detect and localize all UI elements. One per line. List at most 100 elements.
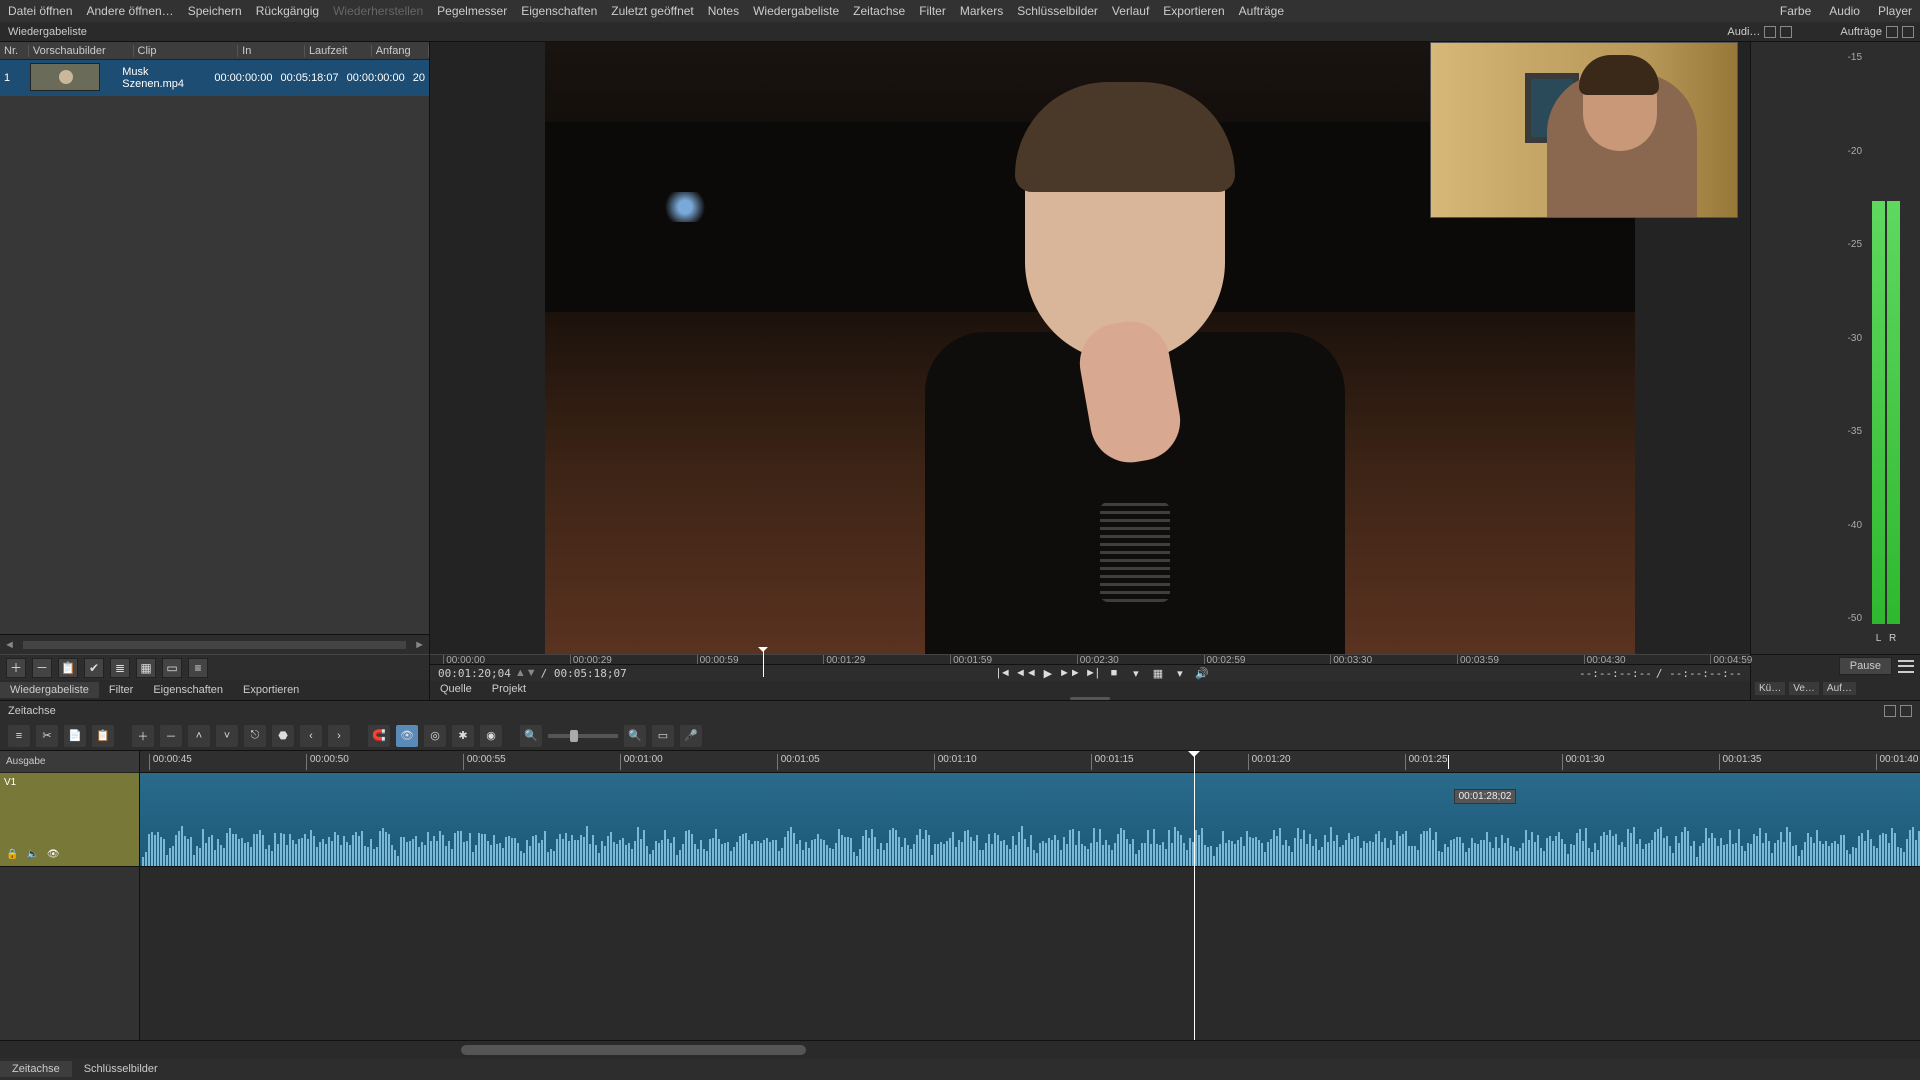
timeline-ruler[interactable]: 00:00:4500:00:5000:00:5500:01:0000:01:05… (140, 751, 1920, 773)
jobs-menu-icon[interactable] (1898, 658, 1914, 674)
menu-farbe[interactable]: Farbe (1780, 4, 1811, 18)
fast-forward-button[interactable]: ►► (1061, 665, 1079, 681)
jobs-tab[interactable]: Kü… (1755, 682, 1785, 695)
timeline-tracks-area[interactable]: 00:00:4500:00:5000:00:5500:01:0000:01:05… (140, 751, 1920, 1040)
zoom-fit-button[interactable]: ▭ (652, 725, 674, 747)
timeline-tab-1[interactable]: Schlüsselbilder (72, 1061, 170, 1077)
close-panel-icon-2[interactable] (1902, 26, 1914, 38)
split-button[interactable]: ⎋ (244, 725, 266, 747)
ripple-markers-button[interactable]: ◉ (480, 725, 502, 747)
player-tab-projekt[interactable]: Projekt (482, 681, 536, 697)
timeline-playhead[interactable] (1194, 751, 1195, 1040)
zoom-out-button[interactable]: 🔍 (520, 725, 542, 747)
jobs-tab[interactable]: Ve… (1789, 682, 1819, 695)
playlist-tab-filter[interactable]: Filter (99, 682, 143, 698)
menu-speichern[interactable]: Speichern (188, 4, 242, 18)
zoom-slider[interactable] (548, 734, 618, 738)
lift-button[interactable]: ˄ (188, 725, 210, 747)
append-button[interactable]: ＋ (132, 725, 154, 747)
snap-button[interactable]: 🧲 (368, 725, 390, 747)
timeline-close-icon[interactable] (1900, 705, 1912, 717)
dock-icon-2[interactable] (1886, 26, 1898, 38)
prev-marker-button[interactable]: ‹ (300, 725, 322, 747)
playlist-tool-0[interactable]: ＋ (6, 658, 26, 678)
playlist-col-5[interactable]: Anfang (372, 45, 429, 57)
timeline-clip[interactable] (140, 773, 1920, 866)
scrub-playhead[interactable] (763, 647, 764, 677)
track-mute-icon[interactable]: 🔈 (26, 849, 38, 860)
copy-button[interactable]: 📄 (64, 725, 86, 747)
timeline-menu-button[interactable]: ≡ (8, 725, 30, 747)
timecode-stepper-icon[interactable]: ▲▼ (515, 667, 537, 679)
record-audio-button[interactable]: 🎤 (680, 725, 702, 747)
menu-notes[interactable]: Notes (708, 4, 739, 18)
current-timecode[interactable]: 00:01:20;04 (438, 667, 511, 680)
grid-icon[interactable]: ▦ (1149, 665, 1167, 681)
playlist-col-0[interactable]: Nr. (0, 45, 29, 57)
playlist-tool-6[interactable]: ▭ (162, 658, 182, 678)
playlist-tool-3[interactable]: ✔ (84, 658, 104, 678)
rewind-button[interactable]: ◄◄ (1017, 665, 1035, 681)
timeline-tab-0[interactable]: Zeitachse (0, 1061, 72, 1077)
menu-auftr-ge[interactable]: Aufträge (1239, 4, 1284, 18)
menu-pegelmesser[interactable]: Pegelmesser (437, 4, 507, 18)
overwrite-button[interactable]: ˅ (216, 725, 238, 747)
play-button[interactable]: ▶ (1039, 665, 1057, 681)
cut-button[interactable]: ✂ (36, 725, 58, 747)
webcam-overlay[interactable] (1430, 42, 1738, 218)
playlist-scrollbar[interactable]: ◄► (0, 634, 429, 654)
menu-filter[interactable]: Filter (919, 4, 946, 18)
scrub-audio-button[interactable]: 👁 (396, 725, 418, 747)
playlist-row[interactable]: 1 Musk Szenen.mp4 00:00:00:00 00:05:18:0… (0, 60, 429, 96)
paste-button[interactable]: 📋 (92, 725, 114, 747)
ripple-all-button[interactable]: ✱ (452, 725, 474, 747)
menu-schl-sselbilder[interactable]: Schlüsselbilder (1017, 4, 1098, 18)
playlist-tool-7[interactable]: ≡ (188, 658, 208, 678)
playlist-tool-1[interactable]: － (32, 658, 52, 678)
playlist-tab-exportieren[interactable]: Exportieren (233, 682, 309, 698)
menu-andere-ffnen-[interactable]: Andere öffnen… (87, 4, 174, 18)
menu-datei-ffnen[interactable]: Datei öffnen (8, 4, 73, 18)
playlist-tool-2[interactable]: 📋 (58, 658, 78, 678)
pause-jobs-button[interactable]: Pause (1839, 657, 1892, 675)
menu-player[interactable]: Player (1878, 4, 1912, 18)
jobs-tab[interactable]: Auf… (1823, 682, 1856, 695)
zoom-in-button[interactable]: 🔍 (624, 725, 646, 747)
menu-r-ckg-ngig[interactable]: Rückgängig (256, 4, 319, 18)
playlist-col-3[interactable]: In (238, 45, 305, 57)
menu-exportieren[interactable]: Exportieren (1163, 4, 1224, 18)
dock-icon[interactable] (1764, 26, 1776, 38)
menu-wiederherstellen[interactable]: Wiederherstellen (333, 4, 423, 18)
remove-button[interactable]: － (160, 725, 182, 747)
menu-verlauf[interactable]: Verlauf (1112, 4, 1149, 18)
volume-icon[interactable]: 🔊 (1193, 665, 1211, 681)
skip-start-button[interactable]: |◄ (995, 665, 1013, 681)
skip-end-button[interactable]: ►| (1083, 665, 1101, 681)
menu-eigenschaften[interactable]: Eigenschaften (521, 4, 597, 18)
timeline-scrollbar[interactable] (0, 1040, 1920, 1058)
track-v1-row[interactable] (140, 773, 1920, 867)
marker-button[interactable]: ⬣ (272, 725, 294, 747)
playlist-tool-5[interactable]: ▦ (136, 658, 156, 678)
close-panel-icon[interactable] (1780, 26, 1792, 38)
stop-button[interactable]: ■ (1105, 665, 1123, 681)
playlist-body[interactable] (0, 96, 429, 634)
track-v1-header[interactable]: V1 🔒 🔈 👁 (0, 773, 139, 867)
next-marker-button[interactable]: › (328, 725, 350, 747)
timeline-dock-icon[interactable] (1884, 705, 1896, 717)
menu-zeitachse[interactable]: Zeitachse (853, 4, 905, 18)
menu-audio[interactable]: Audio (1829, 4, 1860, 18)
playlist-col-2[interactable]: Clip (134, 45, 239, 57)
ripple-button[interactable]: ◎ (424, 725, 446, 747)
track-hide-icon[interactable]: 👁 (47, 849, 60, 860)
dropdown-icon-2[interactable]: ▾ (1171, 665, 1189, 681)
menu-markers[interactable]: Markers (960, 4, 1003, 18)
playlist-tool-4[interactable]: ≣ (110, 658, 130, 678)
player-scrub-bar[interactable]: 00:00:0000:00:2900:00:5900:01:2900:01:59… (430, 654, 1750, 664)
track-lock-icon[interactable]: 🔒 (6, 849, 18, 860)
playlist-col-1[interactable]: Vorschaubilder (29, 45, 134, 57)
playlist-tab-eigenschaften[interactable]: Eigenschaften (143, 682, 233, 698)
menu-wiedergabeliste[interactable]: Wiedergabeliste (753, 4, 839, 18)
player-tab-quelle[interactable]: Quelle (430, 681, 482, 697)
output-track-header[interactable]: Ausgabe (0, 751, 139, 773)
